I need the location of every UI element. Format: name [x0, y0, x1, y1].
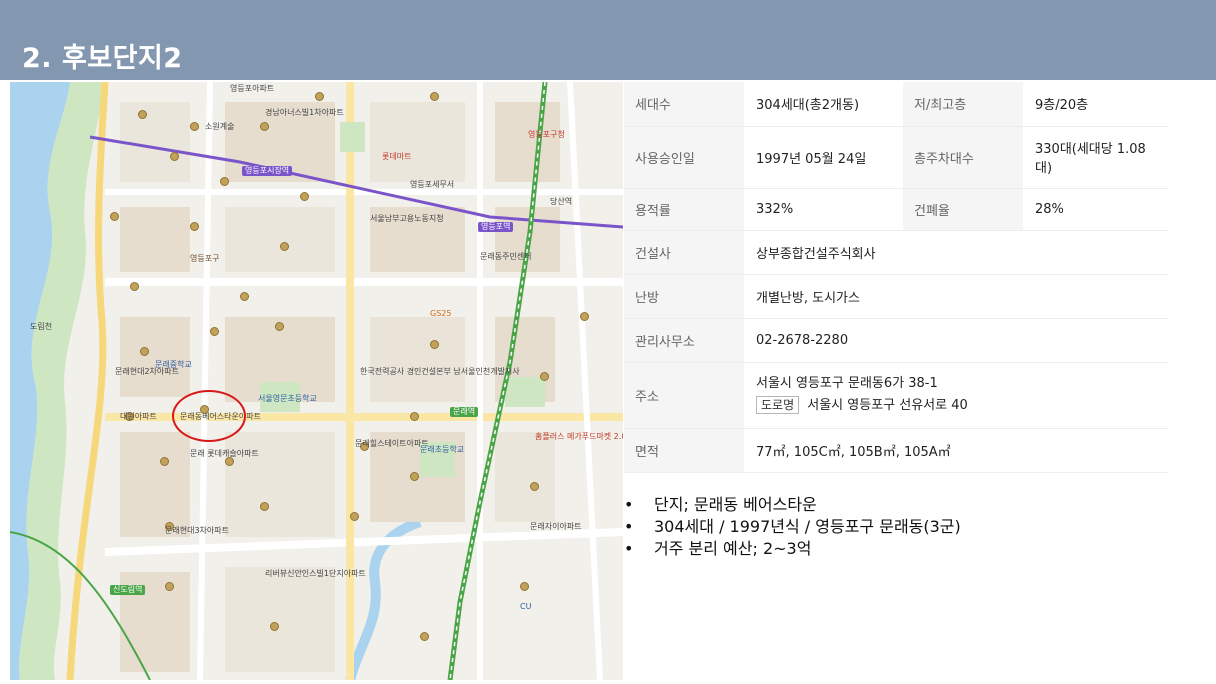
- road-name-badge[interactable]: 도로명: [756, 396, 800, 414]
- label-address: 주소: [624, 362, 744, 429]
- map-label: 영등포아파트: [230, 84, 275, 93]
- map-label: 영등포시장역: [242, 166, 293, 176]
- map-view[interactable]: 영등포아파트 소원계술 경남아너스빌1차아파트 영등포구청 영등포역 문래역 문…: [10, 82, 623, 680]
- map-label: 문래역: [450, 407, 479, 417]
- map-label: 소원계술: [205, 122, 235, 131]
- value-households: 304세대(총2개동): [744, 82, 903, 127]
- jibun-address: 서울시 영등포구 문래동6가 38-1: [756, 376, 938, 391]
- map-label: 롯데마트: [382, 152, 412, 161]
- label-management-office: 관리사무소: [624, 318, 744, 363]
- value-area: 77㎡, 105C㎡, 105B㎡, 105A㎡: [744, 428, 1168, 473]
- road-address: 서울시 영등포구 선유서로 40: [807, 398, 968, 413]
- label-building-coverage: 건폐율: [903, 188, 1023, 231]
- bullet-item: 304세대 / 1997년식 / 영등포구 문래동(3군): [624, 516, 961, 538]
- map-label: 당산역: [550, 197, 573, 206]
- map-label: 경남아너스빌1차아파트: [265, 108, 344, 117]
- value-heating: 개별난방, 도시가스: [744, 274, 1168, 319]
- map-label: 도림천: [30, 322, 53, 331]
- map-label: 서울영문초등학교: [258, 394, 317, 403]
- label-area: 면적: [624, 428, 744, 473]
- map-label: 신도림역: [110, 585, 146, 595]
- label-floors: 저/최고층: [903, 82, 1023, 127]
- summary-bullets: 단지; 문래동 베어스타운 304세대 / 1997년식 / 영등포구 문래동(…: [624, 494, 961, 560]
- value-management-office: 02-2678-2280: [744, 318, 1168, 363]
- bullet-item: 단지; 문래동 베어스타운: [624, 494, 961, 516]
- slide-title: 2. 후보단지2: [22, 43, 183, 74]
- map-label: 문래현대3차아파트: [165, 526, 229, 535]
- label-parking: 총주차대수: [903, 126, 1023, 189]
- map-label: 문래힐스테이트아파트: [355, 439, 429, 448]
- label-approval-date: 사용승인일: [624, 126, 744, 189]
- complex-info-table: 세대수 304세대(총2개동) 저/최고층 9층/20층 사용승인일 1997년…: [624, 82, 1168, 473]
- map-label: 문래초등학교: [420, 445, 465, 454]
- label-heating: 난방: [624, 274, 744, 319]
- value-floor-area-ratio: 332%: [744, 188, 903, 231]
- value-builder: 상부종합건설주식회사: [744, 230, 1168, 275]
- value-parking: 330대(세대당 1.08대): [1023, 126, 1168, 189]
- map-label: 서울남부고용노동지청: [370, 214, 444, 223]
- map-label: 문래동주민센터: [480, 252, 532, 261]
- map-label: 영등포세무서: [410, 180, 455, 189]
- bullet-item: 거주 분리 예산; 2~3억: [624, 538, 961, 560]
- map-label: 문래자이아파트: [530, 522, 582, 531]
- map-base: [10, 82, 623, 680]
- map-label: 영등포역: [478, 222, 514, 232]
- map-label: 대원아파트: [120, 412, 157, 421]
- map-label: 영등포구청: [528, 130, 565, 139]
- map-label: 영등포구: [190, 254, 220, 263]
- label-floor-area-ratio: 용적률: [624, 188, 744, 231]
- value-address: 서울시 영등포구 문래동6가 38-1 도로명 서울시 영등포구 선유서로 40: [744, 362, 1168, 429]
- map-label: 문래중학교: [155, 360, 192, 369]
- map-label: 리버뷰신안인스빌1단지아파트: [265, 569, 366, 578]
- map-label: 홈플러스 메가푸드마켓 2.0: [535, 432, 623, 441]
- label-households: 세대수: [624, 82, 744, 127]
- value-approval-date: 1997년 05월 24일: [744, 126, 903, 189]
- map-label: GS25: [430, 309, 452, 318]
- value-floors: 9층/20층: [1023, 82, 1168, 127]
- value-building-coverage: 28%: [1023, 188, 1168, 231]
- highlight-circle: [172, 390, 246, 442]
- map-label: 문래 롯데캐슬아파트: [190, 449, 259, 458]
- map-label: CU: [520, 602, 532, 611]
- road-address-line: 도로명 서울시 영등포구 선유서로 40: [756, 395, 1156, 417]
- label-builder: 건설사: [624, 230, 744, 275]
- map-label: 한국전력공사 경인건설본부 남서울인천개발지사: [360, 367, 520, 376]
- slide-header: 2. 후보단지2: [0, 0, 1216, 80]
